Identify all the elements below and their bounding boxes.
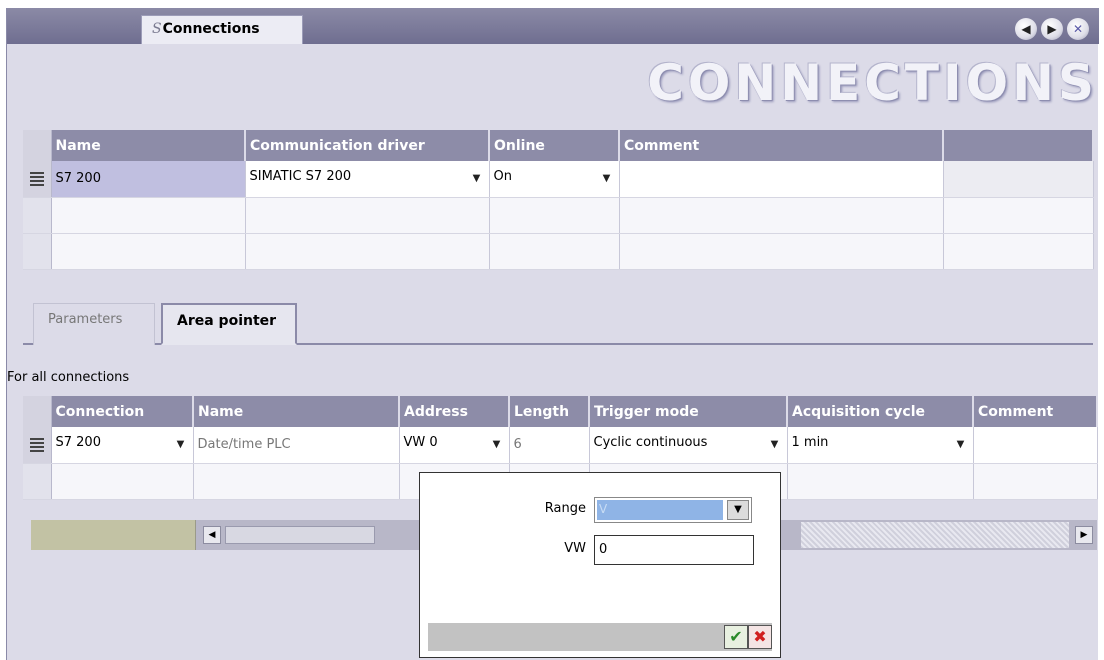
cell-online[interactable]: On ▼ bbox=[489, 161, 620, 198]
s7-icon: S bbox=[152, 21, 162, 37]
column-header-communication-driver[interactable]: Communication driver bbox=[245, 130, 490, 161]
scroll-right-icon[interactable]: ▶ bbox=[1075, 526, 1093, 544]
cancel-x-icon[interactable]: ✖ bbox=[748, 625, 772, 649]
column-header-acquisition-cycle[interactable]: Acquisition cycle bbox=[787, 396, 974, 427]
row-header-corner bbox=[23, 396, 52, 427]
cell-name[interactable]: S7 200 bbox=[51, 161, 246, 198]
tab-connections-label: Connections bbox=[162, 21, 260, 37]
section-label: For all connections bbox=[7, 370, 130, 385]
cell-empty[interactable] bbox=[193, 463, 400, 500]
scrollbar-track[interactable] bbox=[801, 522, 1069, 548]
row-header-corner bbox=[23, 130, 52, 161]
cell-empty[interactable] bbox=[51, 463, 194, 500]
scroll-left-icon[interactable]: ◀ bbox=[203, 526, 221, 544]
tab-parameters[interactable]: Parameters bbox=[33, 303, 155, 345]
column-header-extra bbox=[943, 130, 1094, 161]
close-icon[interactable]: ✕ bbox=[1067, 18, 1089, 40]
chevron-down-icon[interactable]: ▼ bbox=[727, 500, 749, 520]
column-header-trigger-mode[interactable]: Trigger mode bbox=[589, 396, 788, 427]
column-header-online[interactable]: Online bbox=[489, 130, 620, 161]
cell-empty[interactable] bbox=[787, 463, 974, 500]
cell-connection[interactable]: S7 200 ▼ bbox=[51, 427, 194, 464]
tab-area-pointer[interactable]: Area pointer bbox=[161, 303, 297, 345]
cell-empty[interactable] bbox=[489, 233, 620, 270]
column-header-name[interactable]: Name bbox=[193, 396, 400, 427]
table-row-empty[interactable] bbox=[23, 197, 1094, 234]
cell-empty[interactable] bbox=[973, 463, 1098, 500]
row-marker-icon bbox=[29, 437, 44, 452]
row-selector[interactable] bbox=[23, 197, 52, 234]
table-row[interactable]: S7 200 ▼ Date/time PLC VW 0 ▼ 6 Cyclic con… bbox=[23, 427, 1098, 464]
column-header-address[interactable]: Address bbox=[399, 396, 510, 427]
cell-empty[interactable] bbox=[51, 233, 246, 270]
cell-acquisition-cycle[interactable]: 1 min ▼ bbox=[787, 427, 974, 464]
area-header-row: Connection Name Address Length Trigger m… bbox=[23, 396, 1098, 427]
chevron-down-icon[interactable]: ▼ bbox=[489, 436, 505, 454]
scrollbar-frozen-area bbox=[31, 520, 196, 550]
cell-empty[interactable] bbox=[619, 197, 944, 234]
column-header-connection[interactable]: Connection bbox=[51, 396, 194, 427]
row-selector[interactable] bbox=[23, 161, 52, 198]
cell-online-value: On bbox=[493, 169, 512, 185]
row-marker-icon bbox=[29, 171, 44, 186]
confirm-check-icon[interactable]: ✔ bbox=[724, 625, 748, 649]
cell-trigger-mode-value: Cyclic continuous bbox=[593, 435, 708, 451]
page-title: CONNECTIONS bbox=[647, 54, 1098, 112]
chevron-down-icon[interactable]: ▼ bbox=[469, 170, 485, 188]
cell-empty[interactable] bbox=[245, 233, 490, 270]
cell-empty bbox=[943, 233, 1094, 270]
connections-table: Name Communication driver Online Comment… bbox=[23, 130, 1094, 270]
table-row-empty[interactable] bbox=[23, 233, 1094, 270]
vw-label: VW bbox=[564, 541, 586, 556]
address-popup: Range V ▼ VW 0 ✔ ✖ bbox=[419, 472, 781, 658]
back-arrow-icon[interactable]: ◀ bbox=[1015, 18, 1037, 40]
cell-connection-value: S7 200 bbox=[55, 435, 101, 451]
column-header-length[interactable]: Length bbox=[509, 396, 590, 427]
row-selector[interactable] bbox=[23, 427, 52, 464]
cell-trigger-mode[interactable]: Cyclic continuous ▼ bbox=[589, 427, 788, 464]
cell-comment[interactable] bbox=[619, 161, 944, 198]
editor-frame: SConnections ◀ ▶ ✕ CONNECTIONS Name Comm… bbox=[6, 8, 1099, 660]
cell-empty bbox=[943, 197, 1094, 234]
forward-arrow-icon[interactable]: ▶ bbox=[1041, 18, 1063, 40]
editor-tab-bar: SConnections ◀ ▶ ✕ bbox=[7, 8, 1099, 44]
cell-driver-value: SIMATIC S7 200 bbox=[249, 169, 352, 185]
tab-connections[interactable]: SConnections bbox=[141, 15, 303, 44]
range-select[interactable]: V ▼ bbox=[594, 497, 752, 523]
row-selector[interactable] bbox=[23, 233, 52, 270]
chevron-down-icon[interactable]: ▼ bbox=[599, 170, 615, 188]
cell-address-value: VW 0 bbox=[403, 435, 438, 451]
cell-acquisition-cycle-value: 1 min bbox=[791, 435, 829, 451]
cell-empty[interactable] bbox=[51, 197, 246, 234]
cell-empty[interactable] bbox=[245, 197, 490, 234]
vw-field[interactable]: 0 bbox=[594, 535, 754, 565]
row-selector[interactable] bbox=[23, 463, 52, 500]
cell-empty[interactable] bbox=[619, 233, 944, 270]
column-header-comment[interactable]: Comment bbox=[973, 396, 1098, 427]
cell-empty[interactable] bbox=[489, 197, 620, 234]
chevron-down-icon[interactable]: ▼ bbox=[767, 436, 783, 454]
chevron-down-icon[interactable]: ▼ bbox=[953, 436, 969, 454]
column-header-name[interactable]: Name bbox=[51, 130, 246, 161]
range-select-value: V bbox=[597, 500, 723, 520]
range-label: Range bbox=[544, 501, 586, 516]
table-row[interactable]: S7 200 SIMATIC S7 200 ▼ On ▼ bbox=[23, 161, 1094, 198]
connections-header-row: Name Communication driver Online Comment bbox=[23, 130, 1094, 161]
cell-extra bbox=[943, 161, 1094, 198]
cell-length[interactable]: 6 bbox=[509, 427, 590, 464]
column-header-comment[interactable]: Comment bbox=[619, 130, 944, 161]
cell-name[interactable]: Date/time PLC bbox=[193, 427, 400, 464]
cell-address[interactable]: VW 0 ▼ bbox=[399, 427, 510, 464]
cell-comment[interactable] bbox=[973, 427, 1098, 464]
app-window: SConnections ◀ ▶ ✕ CONNECTIONS Name Comm… bbox=[0, 0, 1104, 660]
popup-footer: ✔ ✖ bbox=[428, 623, 772, 651]
chevron-down-icon[interactable]: ▼ bbox=[173, 436, 189, 454]
cell-driver[interactable]: SIMATIC S7 200 ▼ bbox=[245, 161, 490, 198]
sub-tab-strip: Parameters Area pointer bbox=[23, 291, 1093, 345]
scrollbar-thumb[interactable] bbox=[225, 526, 375, 544]
